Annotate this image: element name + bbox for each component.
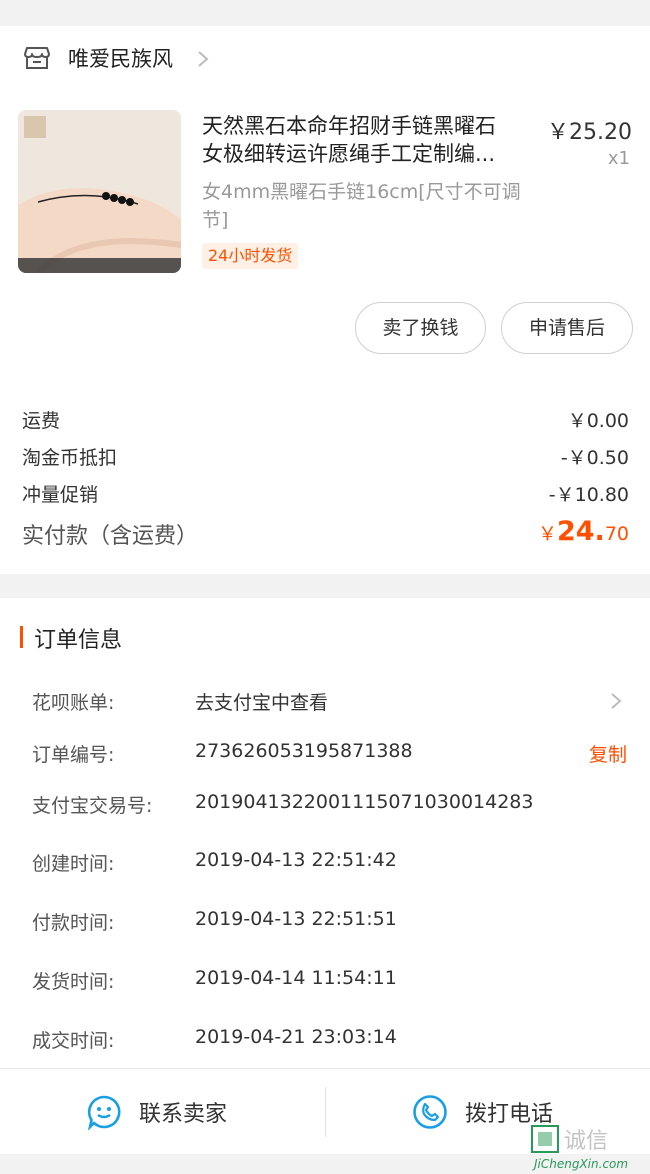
section-accent-bar	[20, 626, 23, 648]
shipping-tag: 24小时发货	[202, 243, 299, 269]
alipay-value: 2019041322001115071030014283	[195, 791, 534, 813]
product-title-line1[interactable]: 天然黑石本命年招财手链黑曜石	[202, 112, 534, 140]
watermark: 诚信 JiChengXin.com	[530, 1124, 642, 1172]
shipped-value: 2019-04-14 11:54:11	[195, 967, 397, 989]
svg-text:JiChengXin.com: JiChengXin.com	[532, 1157, 628, 1171]
fee-row-coin: 淘金币抵扣 -￥0.50	[22, 443, 629, 470]
product-title-line2[interactable]: 女极细转运许愿绳手工定制编...	[202, 140, 534, 168]
created-label: 创建时间:	[32, 853, 115, 875]
shop-header[interactable]: 唯爱民族风	[0, 26, 650, 92]
fee-label: 冲量促销	[22, 484, 99, 506]
store-icon	[24, 47, 50, 69]
contact-seller-button[interactable]: 联系卖家	[86, 1069, 227, 1155]
bottom-divider	[325, 1087, 326, 1137]
order-product-card: 唯爱民族风 天然黑石本命年招财手链黑曜石 女极细转运许愿绳手工定制编... ￥2…	[0, 26, 650, 574]
fee-row-promo: 冲量促销 -￥10.80	[22, 480, 629, 507]
completed-label: 成交时间:	[32, 1030, 115, 1052]
section-title: 订单信息	[34, 628, 123, 653]
paid-decimal: 70	[604, 523, 629, 545]
fee-label: 淘金币抵扣	[22, 447, 118, 469]
product-spec: 女4mm黑曜石手链16cm[尺寸不可调节]	[202, 181, 521, 231]
fee-value: -￥10.80	[548, 484, 629, 506]
huabei-label: 花呗账单:	[32, 692, 115, 714]
fee-row-shipping: 运费 ￥0.00	[22, 406, 629, 433]
shop-name[interactable]: 唯爱民族风	[68, 46, 173, 72]
order-no-label: 订单编号:	[32, 744, 115, 766]
alipay-label: 支付宝交易号:	[32, 795, 153, 817]
chat-bubble-icon	[87, 1095, 121, 1130]
bracelet-photo	[18, 110, 181, 273]
fee-value: -￥0.50	[560, 447, 629, 469]
copy-button[interactable]: 复制	[589, 740, 627, 767]
phone-icon	[413, 1095, 447, 1129]
aftersale-button[interactable]: 申请售后	[501, 302, 633, 354]
contact-seller-label[interactable]: 联系卖家	[139, 1096, 227, 1128]
paid-label: 实付款（含运费）	[22, 524, 199, 549]
created-value: 2019-04-13 22:51:42	[195, 849, 397, 871]
order-no-value: 273626053195871388	[195, 740, 413, 762]
paid-time-label: 付款时间:	[32, 912, 115, 934]
svg-text:诚信: 诚信	[564, 1129, 608, 1154]
chevron-right-icon	[198, 51, 209, 67]
fee-value: ￥0.00	[567, 410, 629, 432]
sell-button[interactable]: 卖了换钱	[355, 302, 486, 354]
product-quantity: x1	[607, 148, 630, 169]
paid-integer: 24.	[556, 516, 605, 547]
product-title[interactable]: 天然黑石本命年招财手链黑曜石 女极细转运许愿绳手工定制编...	[202, 112, 534, 168]
paid-currency: ￥	[537, 523, 557, 545]
paid-amount: ￥24.70	[538, 516, 629, 547]
completed-value: 2019-04-21 23:03:14	[195, 1026, 397, 1048]
chevron-right-icon[interactable]	[610, 692, 622, 710]
paid-time-value: 2019-04-13 22:51:51	[195, 908, 397, 930]
huabei-value[interactable]: 去支付宝中查看	[195, 688, 328, 715]
product-price: ￥25.20	[547, 120, 632, 145]
order-info-card: 订单信息 花呗账单: 去支付宝中查看 订单编号: 273626053195871…	[0, 598, 650, 1068]
shipped-label: 发货时间:	[32, 971, 115, 993]
fee-label: 运费	[22, 410, 61, 432]
watermark-logo: 诚信 JiChengXin.com	[531, 1125, 628, 1171]
product-image[interactable]	[18, 110, 181, 273]
